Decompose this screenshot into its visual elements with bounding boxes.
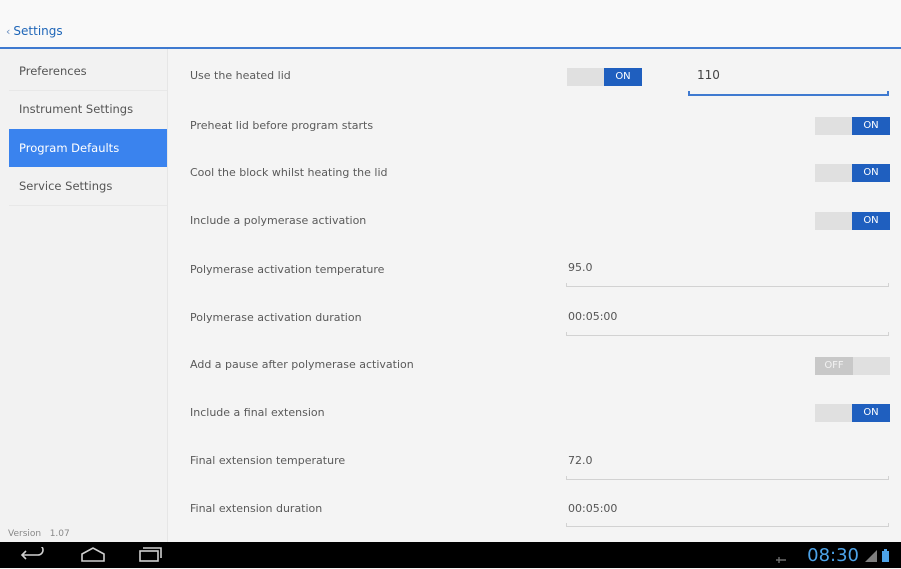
lid-temperature-input[interactable]: 110 [697, 68, 720, 82]
final-extension-label: Include a final extension [190, 406, 325, 419]
heated-lid-toggle[interactable]: ON [567, 68, 642, 86]
polymerase-temp-underline [566, 283, 889, 287]
chevron-left-icon: ‹ [6, 24, 11, 38]
toggle-knob: OFF [815, 357, 853, 375]
home-icon [81, 547, 105, 562]
cool-block-label: Cool the block whilst heating the lid [190, 166, 388, 179]
back-button[interactable]: ‹ Settings [6, 24, 63, 38]
sidebar-item-label: Preferences [19, 64, 87, 78]
final-ext-temp-input[interactable]: 72.0 [568, 454, 593, 467]
action-bar: ‹ Settings [0, 0, 901, 49]
final-ext-temp-underline [566, 476, 889, 480]
pause-after-label: Add a pause after polymerase activation [190, 358, 414, 371]
sidebar-item-preferences[interactable]: Preferences [9, 52, 167, 90]
polymerase-temp-label: Polymerase activation temperature [190, 263, 385, 276]
polymerase-duration-input[interactable]: 00:05:00 [568, 310, 617, 323]
final-ext-temp-label: Final extension temperature [190, 454, 346, 467]
preheat-lid-label: Preheat lid before program starts [190, 119, 374, 132]
signal-battery-icon [863, 548, 897, 568]
sidebar-item-label: Service Settings [19, 179, 113, 193]
sidebar-item-service-settings[interactable]: Service Settings [9, 167, 167, 205]
back-label: Settings [13, 24, 63, 38]
sidebar-item-instrument-settings[interactable]: Instrument Settings [9, 90, 167, 128]
cool-block-toggle[interactable]: ON [815, 164, 890, 182]
polymerase-temp-input[interactable]: 95.0 [568, 261, 593, 274]
version-value: 1.07 [49, 529, 70, 539]
recent-apps-button[interactable] [138, 547, 162, 567]
home-nav-button[interactable] [80, 547, 106, 567]
final-ext-duration-input[interactable]: 00:05:00 [568, 502, 617, 515]
system-navigation-bar: 08:30 [0, 542, 901, 568]
version-label: Version [8, 529, 42, 539]
toggle-knob: ON [852, 164, 890, 182]
sidebar-item-label: Program Defaults [19, 141, 120, 155]
back-nav-button[interactable] [20, 544, 46, 567]
recent-apps-icon [139, 547, 162, 562]
pause-after-toggle[interactable]: OFF [815, 357, 890, 375]
toggle-knob: ON [852, 117, 890, 135]
polymerase-activation-toggle[interactable]: ON [815, 212, 890, 230]
lid-temperature-underline [688, 91, 889, 96]
status-clock: 08:30 [807, 545, 859, 566]
back-arrow-icon [20, 544, 44, 560]
version-info: Version 1.07 [8, 529, 70, 539]
usb-icon [775, 550, 787, 569]
preheat-lid-toggle[interactable]: ON [815, 117, 890, 135]
sidebar-item-label: Instrument Settings [19, 102, 134, 116]
toggle-knob: ON [604, 68, 642, 86]
toggle-knob: ON [852, 212, 890, 230]
toggle-knob: ON [852, 404, 890, 422]
sidebar: Preferences Instrument Settings Program … [0, 49, 168, 542]
sidebar-item-program-defaults[interactable]: Program Defaults [9, 129, 167, 167]
final-extension-toggle[interactable]: ON [815, 404, 890, 422]
heated-lid-label: Use the heated lid [190, 69, 291, 82]
polymerase-duration-underline [566, 332, 889, 336]
sidebar-divider [9, 205, 167, 206]
final-ext-duration-label: Final extension duration [190, 502, 323, 515]
final-ext-duration-underline [566, 523, 889, 527]
polymerase-activation-label: Include a polymerase activation [190, 214, 367, 227]
polymerase-duration-label: Polymerase activation duration [190, 311, 362, 324]
